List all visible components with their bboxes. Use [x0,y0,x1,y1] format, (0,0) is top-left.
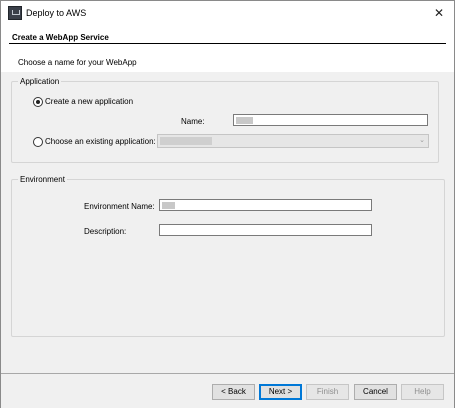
application-name-value [236,117,253,124]
create-new-radio[interactable] [33,97,43,107]
create-new-label[interactable]: Create a new application [45,97,133,106]
name-label: Name: [181,117,205,126]
application-name-input[interactable] [233,114,428,126]
close-icon[interactable]: ✕ [429,4,449,22]
environment-name-value [162,202,175,209]
description-label: Description: [84,227,127,236]
wizard-header: Create a WebApp Service Choose a name fo… [1,25,454,72]
deploy-dialog: Deploy to AWS ✕ Create a WebApp Service … [0,0,455,408]
wizard-content: Application Create a new application Nam… [1,72,454,373]
wizard-footer: < Back Next > Finish Cancel Help [1,373,454,408]
existing-application-select[interactable]: ⌄ [157,134,429,148]
chevron-down-icon[interactable]: ⌄ [419,136,425,144]
header-divider [9,43,446,44]
app-icon [8,6,22,20]
help-button[interactable]: Help [401,384,444,400]
next-button[interactable]: Next > [259,384,302,400]
environment-name-label: Environment Name: [84,202,155,211]
application-legend: Application [20,77,60,86]
finish-button[interactable]: Finish [306,384,349,400]
existing-application-value [160,137,212,145]
choose-existing-radio[interactable] [33,137,43,147]
cancel-button[interactable]: Cancel [354,384,397,400]
choose-existing-label[interactable]: Choose an existing application: [45,137,156,146]
environment-legend: Environment [20,175,65,184]
environment-name-input[interactable] [159,199,372,211]
window-title: Deploy to AWS [26,8,87,18]
page-title: Create a WebApp Service [12,33,109,42]
back-button[interactable]: < Back [212,384,255,400]
description-input[interactable] [159,224,372,236]
title-bar: Deploy to AWS ✕ [1,1,454,25]
page-subtitle: Choose a name for your WebApp [18,58,137,67]
